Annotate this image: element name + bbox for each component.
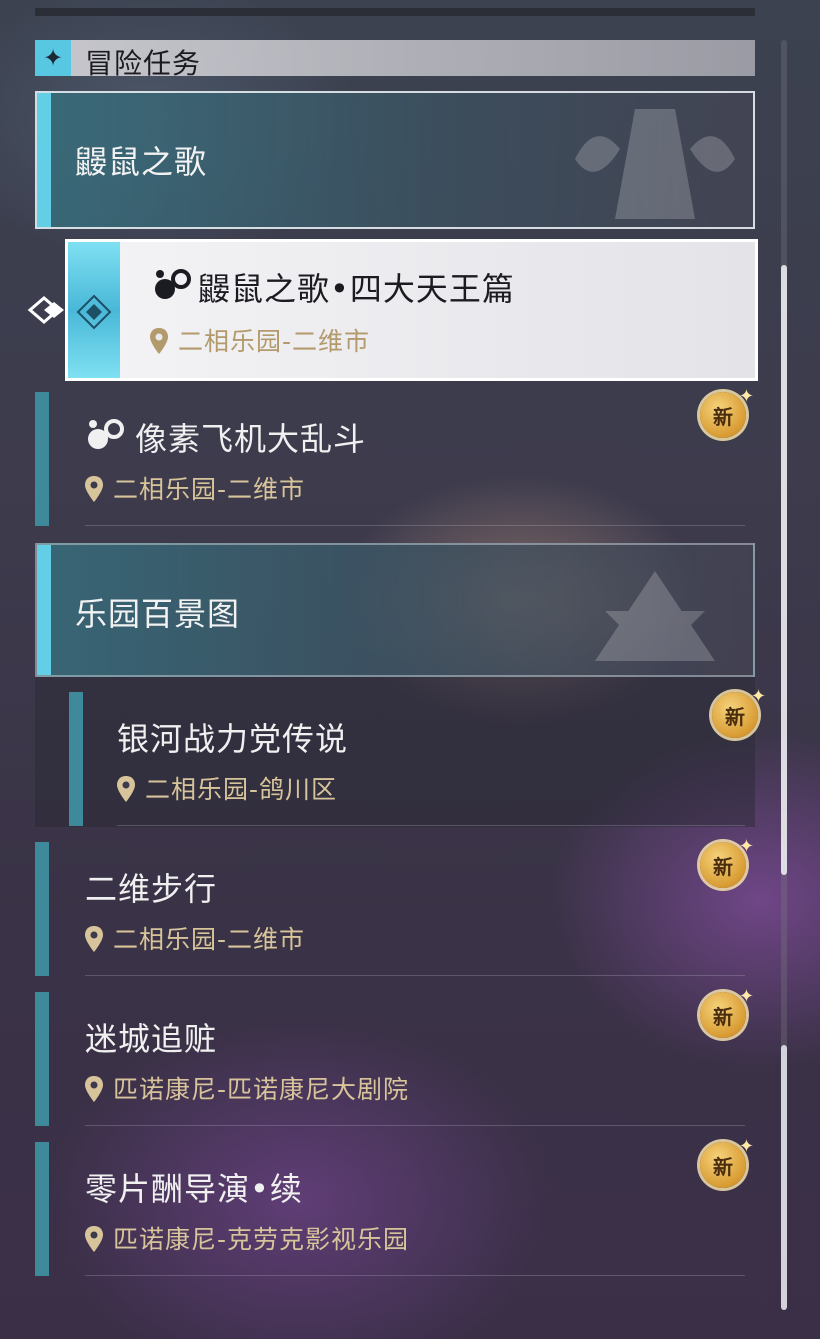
- quest-title: 二维步行: [85, 870, 218, 908]
- quest-type-icon: [88, 419, 124, 449]
- quest-location: 二相乐园-鸽川区: [117, 770, 337, 806]
- quest-bar: [69, 692, 83, 826]
- group-header-park-scenery[interactable]: 乐园百景图: [35, 543, 755, 677]
- quest-type-icon: [155, 269, 191, 299]
- location-pin-icon: [85, 1226, 103, 1252]
- group-accent-bar: [37, 93, 51, 227]
- quest-bar: [35, 392, 49, 526]
- new-badge: 新 ✦: [698, 836, 754, 890]
- quest-item-selected[interactable]: 鼹鼠之歌•四大天王篇 二相乐园-二维市: [65, 239, 758, 381]
- location-pin-icon: [85, 1076, 103, 1102]
- section-header: ✦ 冒险任务: [35, 40, 755, 80]
- group-accent-bar: [37, 545, 51, 675]
- location-text: 二相乐园-二维市: [113, 475, 306, 504]
- divider: [117, 825, 745, 826]
- scrollbar-lower: [781, 1045, 787, 1310]
- location-pin-icon: [85, 476, 103, 502]
- location-text: 二相乐园-二维市: [178, 327, 371, 356]
- quest-location: 匹诺康尼-克劳克影视乐园: [85, 1220, 409, 1256]
- divider: [85, 525, 745, 526]
- divider: [85, 975, 745, 976]
- emblem-icon: [595, 571, 715, 661]
- quest-location: 二相乐园-二维市: [85, 920, 305, 956]
- location-pin-icon: [117, 776, 135, 802]
- location-text: 二相乐园-鸽川区: [145, 775, 338, 804]
- quest-location: 匹诺康尼-匹诺康尼大剧院: [85, 1070, 409, 1106]
- diamond-icon: [76, 294, 112, 330]
- location-pin-icon: [150, 328, 168, 354]
- quest-title: 迷城追赃: [85, 1020, 218, 1058]
- new-badge: 新 ✦: [698, 1136, 754, 1190]
- new-badge: 新 ✦: [710, 686, 766, 740]
- new-badge: 新 ✦: [698, 986, 754, 1040]
- group-title: 乐园百景图: [75, 595, 241, 633]
- quest-title: 零片酬导演•续: [85, 1170, 303, 1208]
- sparkle-icon: ✦: [750, 686, 766, 707]
- quest-location: 二相乐园-二维市: [85, 470, 305, 506]
- quest-item[interactable]: 像素飞机大乱斗 二相乐园-二维市: [35, 392, 755, 526]
- group-title: 鼹鼠之歌: [75, 143, 208, 181]
- top-divider: [35, 8, 755, 16]
- quest-bar: [35, 842, 49, 976]
- quest-location: 二相乐园-二维市: [150, 322, 370, 358]
- new-badge: 新 ✦: [698, 386, 754, 440]
- divider: [85, 1125, 745, 1126]
- location-text: 二相乐园-二维市: [113, 925, 306, 954]
- quest-item[interactable]: 二维步行 二相乐园-二维市: [35, 842, 755, 976]
- section-title: 冒险任务: [85, 47, 202, 80]
- scrollbar-thumb[interactable]: [781, 265, 787, 875]
- quest-title: 像素飞机大乱斗: [135, 420, 367, 458]
- selection-pointer-icon: [27, 296, 64, 324]
- sparkle-icon: ✦: [738, 836, 754, 857]
- selected-stripe: [68, 242, 120, 378]
- sparkle-icon: ✦: [35, 40, 71, 76]
- location-pin-icon: [85, 926, 103, 952]
- sparkle-icon: ✦: [738, 386, 754, 407]
- quest-item[interactable]: 迷城追赃 匹诺康尼-匹诺康尼大剧院: [35, 992, 755, 1126]
- quest-item[interactable]: 零片酬导演•续 匹诺康尼-克劳克影视乐园: [35, 1142, 755, 1276]
- location-text: 匹诺康尼-克劳克影视乐园: [113, 1225, 410, 1254]
- sparkle-icon: ✦: [738, 986, 754, 1007]
- divider: [85, 1275, 745, 1276]
- quest-title: 银河战力党传说: [117, 720, 349, 758]
- location-text: 匹诺康尼-匹诺康尼大剧院: [113, 1075, 410, 1104]
- quest-title: 鼹鼠之歌•四大天王篇: [198, 270, 515, 308]
- quest-bar: [35, 992, 49, 1126]
- group-header-mole-song[interactable]: 鼹鼠之歌: [35, 91, 755, 229]
- emblem-icon: [575, 109, 735, 219]
- quest-item[interactable]: 银河战力党传说 二相乐园-鸽川区: [35, 692, 755, 826]
- quest-bar: [35, 1142, 49, 1276]
- sparkle-icon: ✦: [738, 1136, 754, 1157]
